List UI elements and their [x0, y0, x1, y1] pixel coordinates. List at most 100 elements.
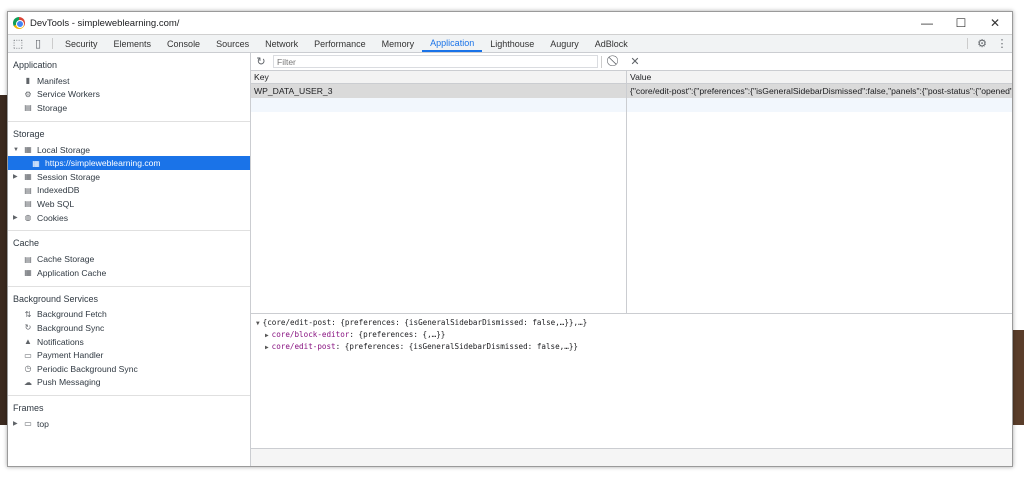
settings-gear-icon[interactable]: ⚙ — [972, 35, 992, 52]
frame-window-icon: ▭ — [24, 419, 32, 429]
table-cell-key — [251, 98, 627, 112]
tab-security[interactable]: Security — [57, 35, 106, 52]
database-icon: ▤ — [24, 185, 32, 195]
preview-child-value: {preferences: {isGeneralSidebarDismissed… — [344, 341, 578, 351]
sidebar-item-websql[interactable]: ▤ Web SQL — [8, 197, 250, 211]
section-title: Application — [13, 60, 58, 70]
sidebar-item-cookies[interactable]: ▶ ◍ Cookies — [8, 211, 250, 225]
maximize-button[interactable]: ☐ — [944, 12, 978, 34]
devtools-window: DevTools - simpleweblearning.com/ — ☐ ✕ … — [7, 11, 1013, 467]
section-title: Storage — [13, 128, 45, 139]
background-page-right — [1012, 0, 1024, 477]
more-options-icon[interactable]: ⋮ — [992, 35, 1012, 52]
card-icon: ▭ — [24, 350, 32, 360]
preview-child-key: core/edit-post — [271, 341, 336, 351]
tab-adblock[interactable]: AdBlock — [587, 35, 636, 52]
sidebar-item-notifications[interactable]: ▲ Notifications — [8, 335, 250, 349]
sidebar-item-session-storage[interactable]: ▶ ▦ Session Storage — [8, 170, 250, 184]
sidebar-section-storage: Storage ▼ ▦ Local Storage ▦ https://simp… — [8, 122, 250, 232]
value-preview-pane: ▼ {core/edit-post: {preferences: {isGener… — [251, 314, 1012, 448]
tab-console[interactable]: Console — [159, 35, 208, 52]
preview-child-key: core/block-editor — [271, 329, 350, 339]
gear-icon: ⚙ — [24, 89, 32, 99]
tab-augury[interactable]: Augury — [542, 35, 587, 52]
tab-sources[interactable]: Sources — [208, 35, 257, 52]
table-cell-value[interactable]: {"core/edit-post":{"preferences":{"isGen… — [627, 84, 1012, 98]
sync-icon: ↻ — [24, 323, 32, 333]
section-title: Cache — [13, 238, 40, 249]
sidebar-item-frame-top[interactable]: ▶ ▭ top — [8, 417, 250, 431]
sidebar-item-cache-storage[interactable]: ▤ Cache Storage — [8, 252, 250, 266]
sidebar-item-background-sync[interactable]: ↻ Background Sync — [8, 321, 250, 335]
table-grid-icon: ▦ — [24, 268, 32, 278]
database-icon: ▤ — [24, 199, 32, 209]
table-grid-icon: ▦ — [24, 172, 32, 182]
device-toolbar-icon[interactable]: ▯ — [28, 35, 48, 52]
sidebar-item-service-workers[interactable]: ⚙ Service Workers — [8, 88, 250, 102]
devtools-tab-bar: ⬚ ▯ Security Elements Console Sources Ne… — [8, 34, 1012, 53]
sidebar-section-cache: Cache ▤ Cache Storage ▦ Application Cach… — [8, 231, 250, 287]
sidebar-item-background-fetch[interactable]: ⇅ Background Fetch — [8, 308, 250, 322]
database-icon: ▤ — [24, 103, 32, 113]
tab-memory[interactable]: Memory — [374, 35, 423, 52]
database-icon: ▤ — [24, 254, 32, 264]
sidebar-item-manifest[interactable]: ▮ Manifest — [8, 74, 250, 88]
toolbar-divider — [52, 38, 53, 49]
preview-child-line[interactable]: ▶ core/block-editor: {preferences: {,…}} — [256, 330, 1012, 342]
expanded-arrow-icon[interactable]: ▼ — [13, 147, 21, 153]
preview-child-value: {preferences: {,…}} — [358, 329, 446, 339]
delete-selected-icon[interactable]: ✕ — [625, 55, 645, 68]
cookie-icon: ◍ — [24, 213, 32, 223]
sidebar-item-application-cache[interactable]: ▦ Application Cache — [8, 266, 250, 280]
sidebar-item-indexeddb[interactable]: ▤ IndexedDB — [8, 184, 250, 198]
sidebar-item-periodic-background-sync[interactable]: ◷ Periodic Background Sync — [8, 362, 250, 376]
sidebar-item-local-storage-origin[interactable]: ▦ https://simpleweblearning.com — [8, 156, 250, 170]
storage-content-pane: ↻ ⃠ ✕ Key Value WP_DATA_USER_3 {"core/ed… — [251, 53, 1012, 466]
up-down-arrows-icon: ⇅ — [24, 309, 32, 319]
sidebar-item-storage[interactable]: ▤ Storage — [8, 101, 250, 115]
sidebar-item-push-messaging[interactable]: ☁ Push Messaging — [8, 376, 250, 390]
expanded-arrow-icon[interactable]: ▼ — [256, 320, 260, 327]
filter-input[interactable] — [273, 55, 598, 68]
table-cell-key[interactable]: WP_DATA_USER_3 — [251, 84, 627, 98]
collapsed-arrow-icon[interactable]: ▶ — [13, 420, 21, 427]
table-grid-icon: ▦ — [32, 158, 40, 168]
table-row[interactable]: WP_DATA_USER_3 {"core/edit-post":{"prefe… — [251, 84, 1012, 98]
table-row-empty[interactable] — [251, 98, 1012, 112]
preview-child-line[interactable]: ▶ core/edit-post: {preferences: {isGenera… — [256, 342, 1012, 354]
refresh-icon[interactable]: ↻ — [251, 55, 271, 68]
column-header-value[interactable]: Value — [627, 71, 1012, 83]
collapsed-arrow-icon[interactable]: ▶ — [13, 173, 21, 180]
collapsed-arrow-icon[interactable]: ▶ — [265, 344, 269, 351]
tab-application[interactable]: Application — [422, 35, 483, 52]
sidebar-item-payment-handler[interactable]: ▭ Payment Handler — [8, 348, 250, 362]
collapsed-arrow-icon[interactable]: ▶ — [13, 214, 21, 221]
sidebar-section-background-services: Background Services ⇅ Background Fetch ↻… — [8, 287, 250, 397]
preview-root-line[interactable]: ▼ {core/edit-post: {preferences: {isGener… — [256, 318, 1012, 330]
tab-network[interactable]: Network — [257, 35, 306, 52]
cloud-icon: ☁ — [24, 377, 32, 387]
document-icon: ▮ — [25, 76, 31, 86]
close-window-button[interactable]: ✕ — [978, 12, 1012, 34]
tab-performance[interactable]: Performance — [306, 35, 374, 52]
tab-lighthouse[interactable]: Lighthouse — [482, 35, 542, 52]
section-title: Background Services — [13, 293, 99, 304]
sidebar-section-application: Application ▮ Manifest ⚙ Service Workers… — [8, 53, 250, 122]
toolbar-divider — [967, 38, 968, 49]
column-header-key[interactable]: Key — [251, 71, 627, 83]
collapsed-arrow-icon[interactable]: ▶ — [265, 332, 269, 339]
sidebar-item-local-storage[interactable]: ▼ ▦ Local Storage — [8, 143, 250, 157]
window-title: DevTools - simpleweblearning.com/ — [30, 17, 180, 29]
tab-elements[interactable]: Elements — [106, 35, 160, 52]
table-header: Key Value — [251, 71, 1012, 84]
clear-all-icon[interactable]: ⃠ — [605, 55, 625, 68]
title-bar: DevTools - simpleweblearning.com/ — ☐ ✕ — [8, 12, 1012, 34]
inspect-element-icon[interactable]: ⬚ — [8, 35, 28, 52]
minimize-button[interactable]: — — [910, 12, 944, 34]
bell-icon: ▲ — [24, 337, 32, 347]
clock-icon: ◷ — [24, 364, 32, 374]
storage-toolbar: ↻ ⃠ ✕ — [251, 53, 1012, 71]
preview-root-value: {core/edit-post: {preferences: {isGenera… — [262, 318, 588, 327]
application-sidebar: Application ▮ Manifest ⚙ Service Workers… — [8, 53, 251, 466]
table-filler — [251, 112, 1012, 313]
